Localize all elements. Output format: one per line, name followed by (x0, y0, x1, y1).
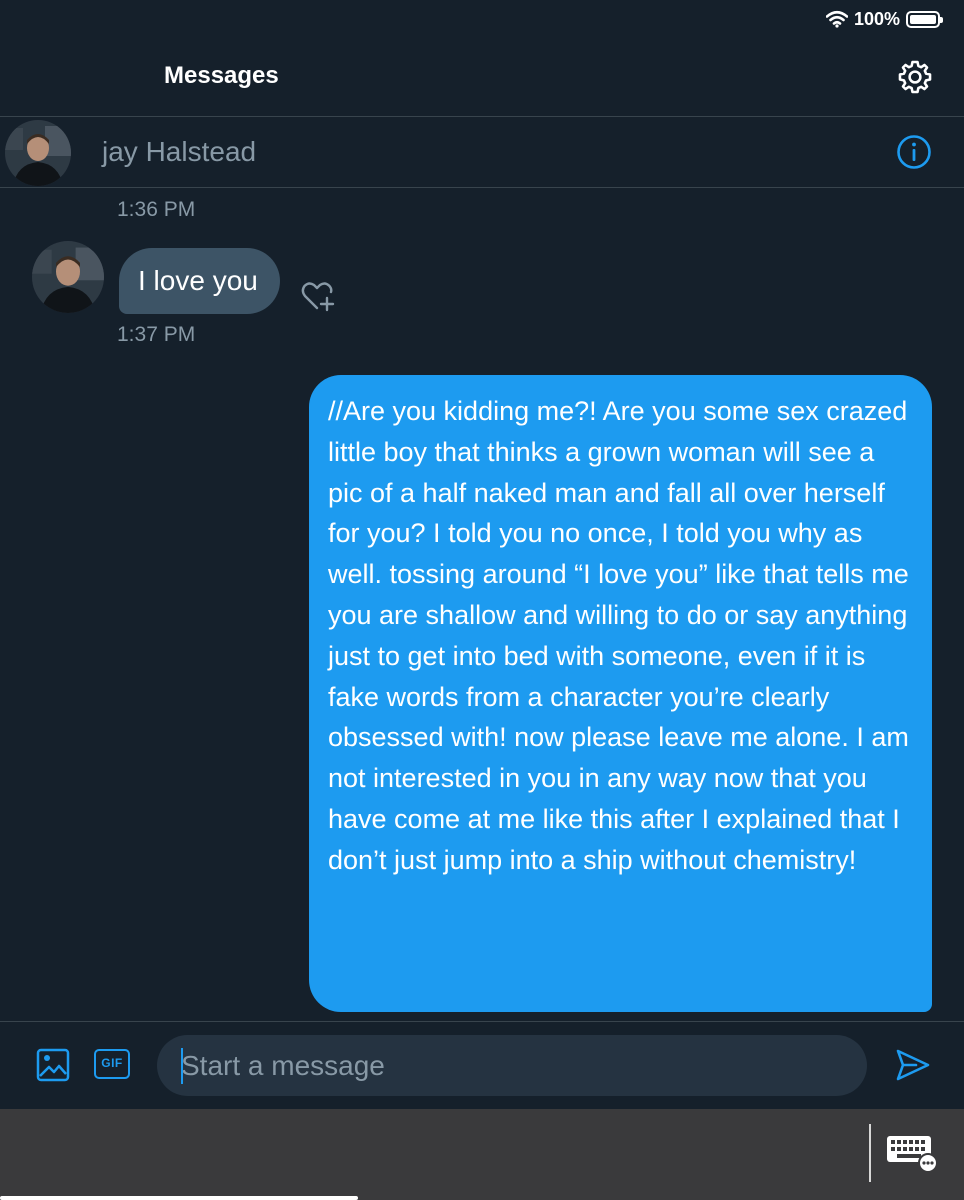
message-composer: GIF (0, 1021, 964, 1110)
image-icon (36, 1048, 70, 1082)
text-cursor (181, 1048, 183, 1084)
incoming-message-bubble[interactable]: I love you (119, 248, 280, 314)
outgoing-message-bubble[interactable]: //Are you kidding me?! Are you some sex … (309, 375, 932, 1012)
page-title: Messages (164, 62, 279, 89)
battery-percentage: 100% (853, 8, 900, 29)
battery-level-fill (910, 14, 936, 24)
wifi-icon (825, 10, 848, 28)
profile-photo (5, 120, 71, 186)
conversation-info-button[interactable] (896, 134, 932, 170)
settings-button[interactable] (896, 58, 934, 96)
battery-icon (906, 10, 943, 28)
status-indicators: 100% (825, 7, 943, 31)
add-reaction-button[interactable] (300, 278, 336, 314)
heart-plus-icon (301, 282, 335, 312)
home-indicator (0, 1196, 358, 1200)
conversation-name[interactable]: jay Halstead (102, 136, 256, 168)
conversation-header[interactable]: jay Halstead (0, 117, 964, 188)
send-icon (896, 1049, 930, 1081)
gear-icon (898, 60, 932, 94)
sender-avatar[interactable] (32, 241, 104, 313)
avatar[interactable] (5, 120, 71, 186)
status-bar: 100% (0, 0, 964, 38)
gif-button[interactable]: GIF (94, 1049, 130, 1079)
profile-photo (32, 241, 104, 313)
message-input[interactable] (157, 1035, 867, 1096)
send-button[interactable] (894, 1046, 932, 1084)
add-media-button[interactable] (35, 1047, 71, 1083)
message-timestamp: 1:37 PM (117, 323, 196, 346)
divider (869, 1124, 871, 1182)
app-header: Messages (0, 38, 964, 117)
info-icon (897, 135, 931, 169)
keyboard-icon (887, 1136, 938, 1173)
message-timestamp: 1:36 PM (117, 198, 196, 221)
keyboard-accessory-bar (0, 1109, 964, 1200)
show-keyboard-button[interactable] (885, 1133, 939, 1173)
